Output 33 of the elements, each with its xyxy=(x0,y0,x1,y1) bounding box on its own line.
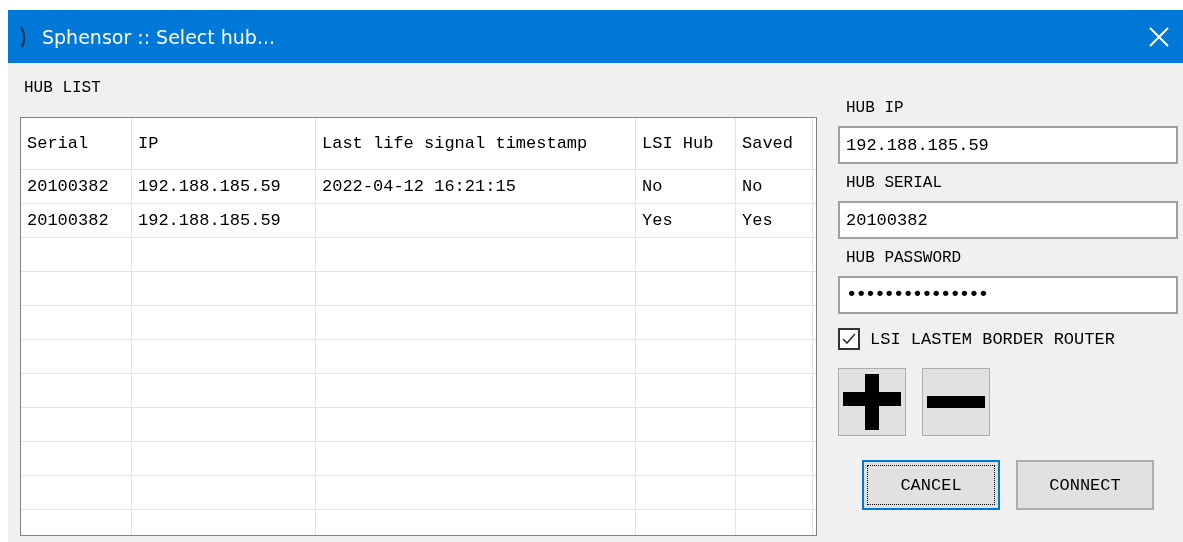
table-cell: 20100382 xyxy=(21,170,132,203)
window-title: Sphensor :: Select hub... xyxy=(42,25,277,48)
column-header[interactable]: IP xyxy=(132,118,316,169)
field-label: HUB PASSWORD xyxy=(845,249,963,269)
column-header[interactable]: Serial xyxy=(21,118,132,169)
input-field[interactable]: 192.188.185.59 xyxy=(838,126,1178,164)
check-icon xyxy=(842,333,856,345)
app-icon xyxy=(20,25,28,48)
field-label: HUB IP xyxy=(845,99,905,119)
minus-icon xyxy=(927,396,985,408)
column-header[interactable]: Saved xyxy=(736,118,813,169)
table-cell: 2022-04-12 16:21:15 xyxy=(316,170,636,203)
close-icon[interactable] xyxy=(1149,26,1169,47)
remove-button[interactable] xyxy=(922,368,990,436)
table-cell: 192.188.185.59 xyxy=(132,170,316,203)
column-header[interactable]: Last life signal timestamp xyxy=(316,118,636,169)
table-cell: Yes xyxy=(736,204,813,237)
table-cell: No xyxy=(736,170,813,203)
connect-button[interactable]: CONNECT xyxy=(1016,460,1154,510)
input-field[interactable]: 20100382 xyxy=(838,201,1178,239)
plus-icon xyxy=(843,374,901,430)
cancel-button[interactable]: CANCEL xyxy=(862,460,1000,510)
table-cell: 20100382 xyxy=(21,204,132,237)
section-label: HUB LIST xyxy=(23,78,102,99)
field-label: HUB SERIAL xyxy=(845,174,943,194)
password-field[interactable]: ••••••••••••••• xyxy=(838,276,1178,314)
table-cell: No xyxy=(636,170,736,203)
column-header[interactable]: LSI Hub xyxy=(636,118,736,169)
checkbox-label: LSI LASTEM BORDER ROUTER xyxy=(870,329,1115,349)
table-cell: 192.188.185.59 xyxy=(132,204,316,237)
table-cell: Yes xyxy=(636,204,736,237)
add-button[interactable] xyxy=(838,368,906,436)
checkbox[interactable] xyxy=(838,328,860,350)
